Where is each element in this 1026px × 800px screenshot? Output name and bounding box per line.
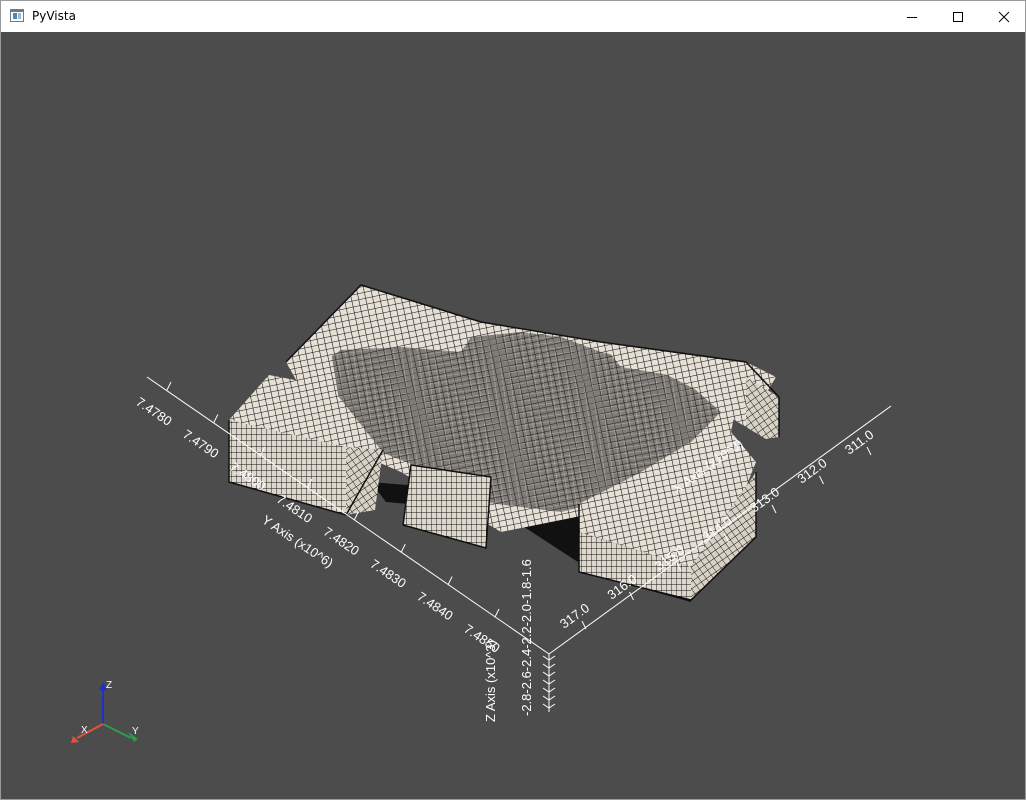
maximize-button[interactable] <box>935 1 981 32</box>
maximize-icon <box>953 11 963 22</box>
close-icon <box>998 11 1010 22</box>
orientation-widget[interactable]: Z Y X <box>71 680 139 743</box>
render-viewport[interactable]: 7.4780 7.4790 7.4800 7.4810 7.4820 7.4830 7.48… <box>1 32 1025 799</box>
x-orientation-label: X <box>81 725 88 736</box>
z-axis-title: Z Axis (x10^3) <box>483 640 498 722</box>
x-axis-tick <box>771 504 777 514</box>
z-orientation-label: Z <box>106 680 112 691</box>
x-axis-tick <box>819 475 824 485</box>
y-axis-tick <box>400 543 406 553</box>
scene-canvas[interactable]: 7.47807.47907.48007.48107.48207.48307.48… <box>1 32 1025 799</box>
x-axis-tick-label: 311.0 <box>842 427 876 458</box>
y-axis-tick-label: 7.4840 <box>414 589 455 624</box>
minimize-icon <box>907 16 917 18</box>
window-title: PyVista <box>32 9 76 23</box>
y-orientation-axis <box>102 723 132 739</box>
y-orientation-label: Y <box>132 726 139 737</box>
y-axis-tick-label: 7.4780 <box>133 394 174 429</box>
x-axis-tick <box>866 446 872 456</box>
y-axis-tick <box>494 608 500 618</box>
minimize-button[interactable] <box>889 1 935 32</box>
close-button[interactable] <box>981 1 1026 32</box>
x-axis-tick-label: 312.0 <box>794 455 829 486</box>
y-axis-tick <box>447 576 453 585</box>
y-axis-tick-label: 7.4790 <box>180 426 221 461</box>
x-axis-tick <box>581 620 587 630</box>
title-bar[interactable]: PyVista <box>1 1 1025 32</box>
pyvista-window: PyVista 7.4780 7.4790 7.4800 7.4810 7.48… <box>0 0 1026 800</box>
y-axis-tick <box>213 414 219 423</box>
z-axis-tick-labels: -2.8-2.6-2.4-2.2-2.0-1.8-1.6 <box>519 559 534 716</box>
mesh-block-middle <box>403 465 491 548</box>
pyvista-app-icon <box>10 9 24 22</box>
y-axis-tick-label: 7.4830 <box>368 556 409 591</box>
z-axis: Z Axis (x10^3) -2.8-2.6-2.4-2.2-2.0-1.8-… <box>483 559 556 722</box>
y-axis-tick <box>166 381 172 391</box>
y-axis-title: Y Axis (x10^6) <box>259 512 336 571</box>
